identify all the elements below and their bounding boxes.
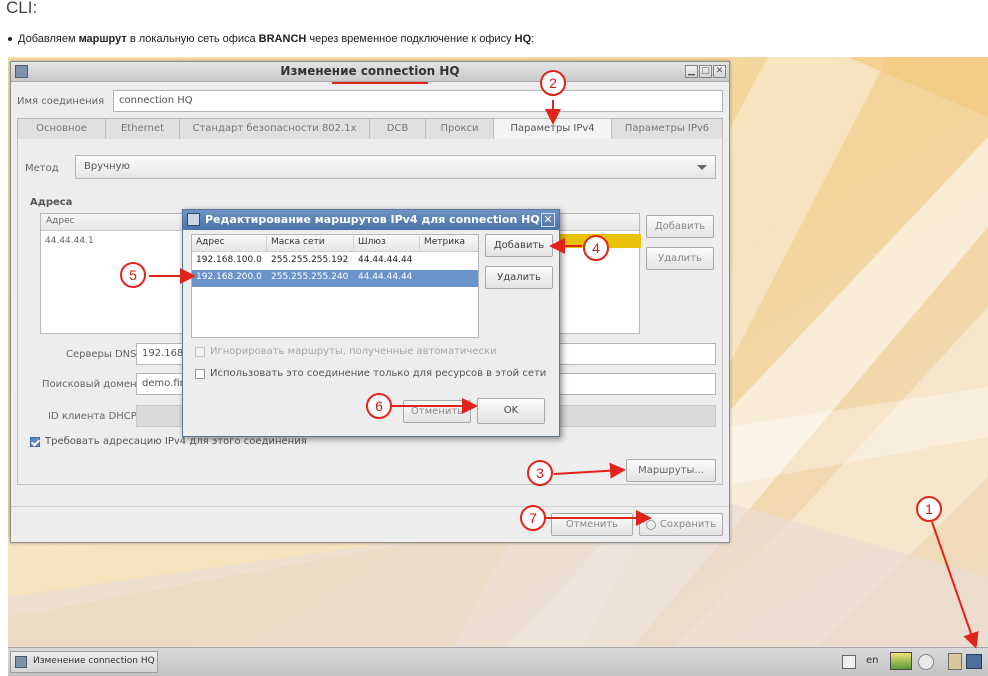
col-address[interactable]: Адрес (196, 237, 225, 247)
dialog-app-icon (187, 213, 200, 226)
window-titlebar[interactable]: Изменение connection HQ ▁ □ ✕ (11, 62, 729, 82)
clipboard-icon[interactable] (948, 653, 962, 670)
col-gateway[interactable]: Шлюз (358, 237, 386, 247)
tab-8021x-security[interactable]: Стандарт безопасности 802.1x (180, 119, 370, 139)
route-row-1[interactable]: 192.168.100.0 255.255.255.192 44.44.44.4… (192, 253, 478, 270)
callout-7: 7 (520, 505, 546, 531)
callout-2: 2 (540, 70, 566, 96)
save-status-icon (646, 520, 656, 530)
col-separator (353, 236, 354, 251)
taskbar-window-item[interactable]: Изменение connection HQ (10, 651, 158, 673)
bullet-bold-route: маршрут (78, 33, 127, 45)
network-manager-icon[interactable] (966, 654, 982, 669)
addresses-title: Адреса (30, 197, 73, 208)
save-button[interactable]: Сохранить (639, 513, 723, 536)
bullet-text-2: в локальную сеть офиса (126, 33, 259, 45)
bullet-text-3: через временное подключение к офису (306, 33, 515, 45)
callout-1: 1 (916, 496, 942, 522)
dialog-close-icon[interactable]: ✕ (541, 213, 555, 227)
tab-ethernet[interactable]: Ethernet (106, 119, 180, 139)
dhcp-client-id-label: ID клиента DHCP (48, 411, 137, 422)
callout-5: 5 (120, 262, 146, 288)
cancel-button[interactable]: Отменить (551, 513, 633, 536)
tab-proxy[interactable]: Прокси (426, 119, 494, 139)
col-separator (419, 236, 420, 251)
tab-ipv4-settings[interactable]: Параметры IPv4 (494, 119, 612, 139)
taskbar-window-label: Изменение connection HQ (33, 656, 155, 666)
window-icon (15, 656, 27, 668)
route-gateway: 44.44.44.44 (358, 272, 413, 282)
routes-table[interactable]: Адрес Маска сети Шлюз Метрика 192.168.10… (191, 234, 479, 338)
bullet-text-4: : (531, 33, 535, 45)
routes-button[interactable]: Маршруты... (626, 459, 716, 482)
routes-table-header: Адрес Маска сети Шлюз Метрика (192, 235, 478, 252)
bullet-text-1: Добавляем (18, 33, 79, 45)
address-value[interactable]: 44.44.44.1 (45, 236, 94, 246)
callout-6: 6 (366, 393, 392, 419)
dialog-cancel-button[interactable]: Отменить (403, 400, 471, 423)
method-label: Метод (25, 163, 59, 174)
only-local-resources-label[interactable]: Использовать это соединение только для р… (210, 368, 546, 379)
route-mask: 255.255.255.192 (271, 255, 349, 265)
dialog-titlebar[interactable]: Редактирование маршрутов IPv4 для connec… (183, 210, 559, 230)
minimize-icon[interactable]: ▁ (685, 65, 698, 78)
require-ipv4-checkbox[interactable] (30, 437, 40, 447)
add-address-button[interactable]: Добавить (646, 215, 714, 238)
route-address: 192.168.100.0 (196, 255, 262, 265)
tab-ipv6-settings[interactable]: Параметры IPv6 (612, 119, 722, 139)
search-domain-label: Поисковый домен (42, 379, 137, 390)
route-mask: 255.255.255.240 (271, 272, 349, 282)
keyboard-layout-indicator[interactable]: en (866, 655, 879, 666)
bullet-bold-branch: BRANCH (258, 33, 307, 45)
callout-3: 3 (527, 460, 553, 486)
require-ipv4-label[interactable]: Требовать адресацию IPv4 для этого соеди… (45, 436, 307, 447)
only-local-resources-checkbox[interactable] (195, 369, 205, 379)
col-separator (266, 236, 267, 251)
delete-address-button[interactable]: Удалить (646, 247, 714, 270)
tab-dcb[interactable]: DCB (370, 119, 426, 139)
bullet-bold-hq: HQ (514, 33, 532, 45)
col-netmask[interactable]: Маска сети (271, 237, 325, 247)
window-button-bar: Отменить Сохранить (11, 506, 729, 542)
route-gateway: 44.44.44.44 (358, 255, 413, 265)
method-value: Вручную (84, 161, 130, 172)
dialog-title: Редактирование маршрутов IPv4 для connec… (205, 213, 540, 226)
window-title: Изменение connection HQ (280, 64, 460, 78)
connection-name-label: Имя соединения (17, 96, 105, 107)
add-route-button[interactable]: Добавить (485, 234, 553, 257)
delete-route-button[interactable]: Удалить (485, 266, 553, 289)
dns-label: Серверы DNS (66, 349, 137, 360)
maximize-icon[interactable]: □ (699, 65, 712, 78)
connection-name-input[interactable]: connection HQ (113, 90, 723, 112)
taskbar: Изменение connection HQ en (8, 647, 988, 676)
network-tray-icon[interactable] (842, 655, 856, 669)
route-row-2[interactable]: 192.168.200.0 255.255.255.240 44.44.44.4… (192, 270, 478, 287)
ignore-auto-routes-label[interactable]: Игнорировать маршруты, полученные автома… (210, 346, 497, 357)
dialog-ok-button[interactable]: OK (477, 398, 545, 424)
doc-bullet: Добавляем маршрут в локальную сеть офиса… (8, 33, 534, 45)
save-button-label: Сохранить (659, 519, 717, 530)
route-address: 192.168.200.0 (196, 272, 262, 282)
volume-icon[interactable] (918, 654, 934, 670)
bullet-dot (8, 37, 12, 42)
doc-heading: CLI: (6, 0, 38, 17)
settings-tabs: Основное Ethernet Стандарт безопасности … (17, 118, 723, 140)
desktop-screenshot: Изменение connection HQ ▁ □ ✕ Имя соедин… (8, 57, 988, 676)
col-metric[interactable]: Метрика (424, 237, 465, 247)
close-icon[interactable]: ✕ (713, 65, 726, 78)
tab-general[interactable]: Основное (18, 119, 106, 139)
chevron-down-icon (697, 165, 707, 170)
method-select[interactable]: Вручную (75, 155, 716, 179)
display-tray-icon[interactable] (890, 652, 912, 670)
callout-4: 4 (583, 235, 609, 261)
ignore-auto-routes-checkbox[interactable] (195, 347, 205, 357)
